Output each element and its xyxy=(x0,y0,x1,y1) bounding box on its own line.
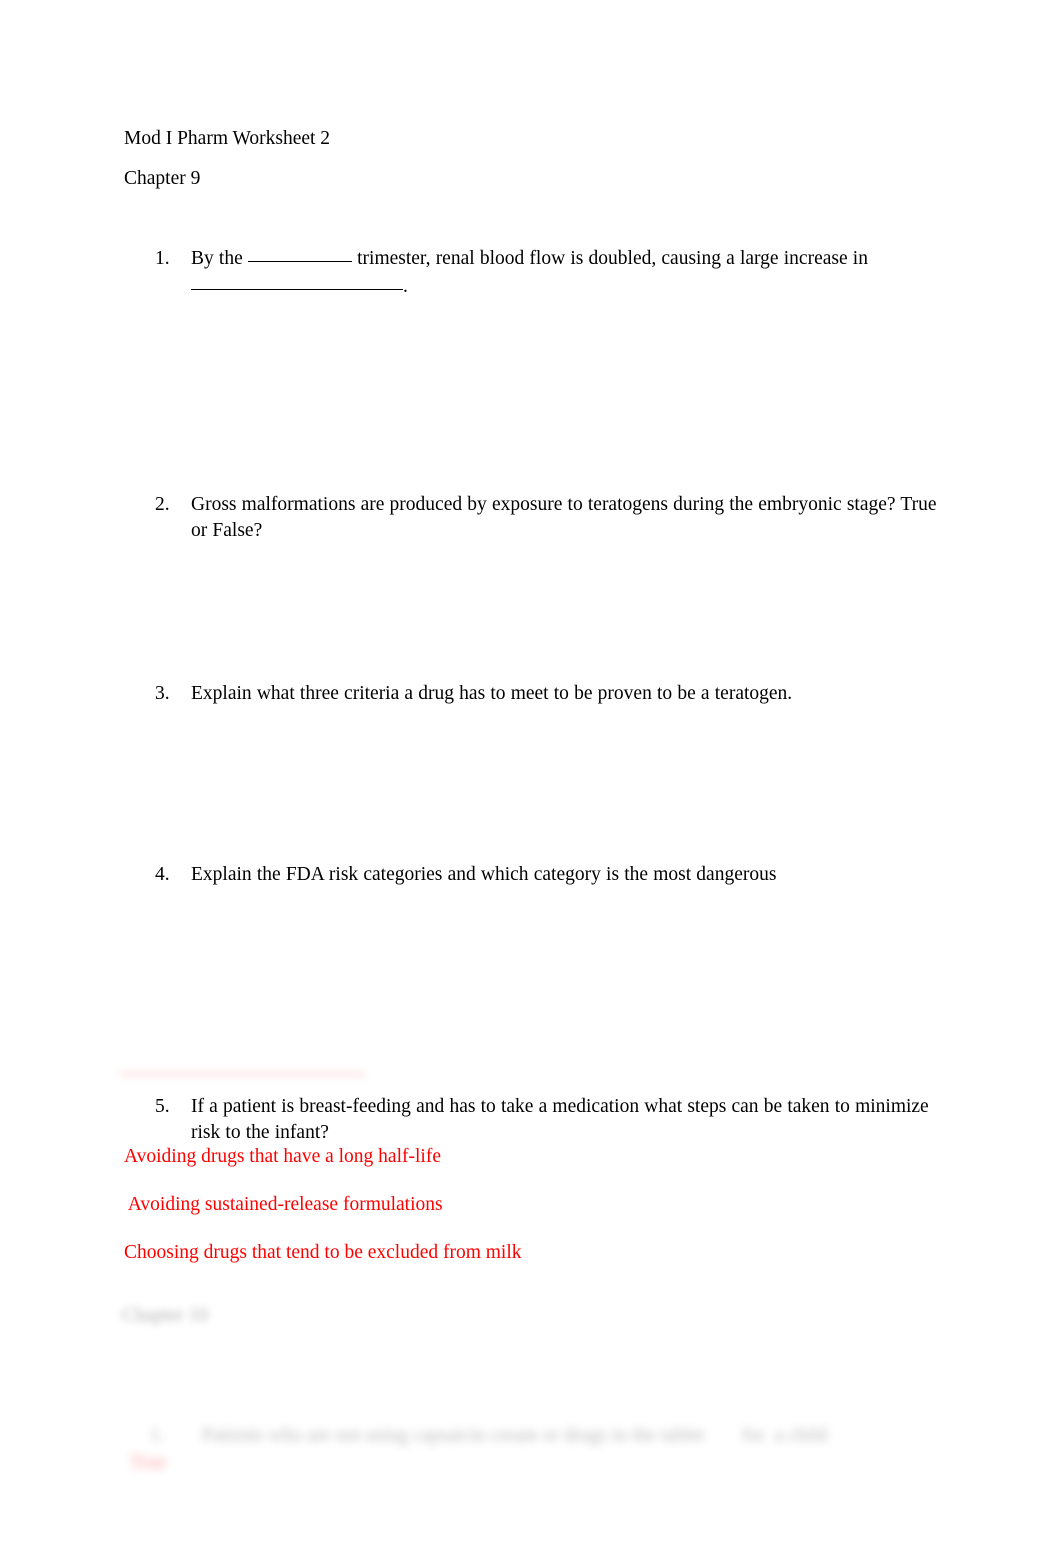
question-number-2: 2. xyxy=(155,494,170,515)
blurred-chapter-heading: Chapter 10 xyxy=(122,1305,209,1326)
question-item-5: 5. If a patient is breast-feeding and ha… xyxy=(155,1094,945,1146)
question-text-5: If a patient is breast-feeding and has t… xyxy=(191,1096,929,1143)
blurred-question-trailing: for a child xyxy=(741,1425,827,1446)
blurred-question-text: Patients who are not using capsaicin cre… xyxy=(202,1425,704,1446)
question-text-2: Gross malformations are produced by expo… xyxy=(191,494,937,541)
document-header: Mod I Pharm Worksheet 2 Chapter 9 xyxy=(124,125,944,193)
question-1-period: . xyxy=(403,276,408,297)
blurred-question-item: 1. Patients who are not using capsaicin … xyxy=(150,1423,870,1449)
question-item-1: 1. By the trimester, renal blood flow is… xyxy=(155,246,945,300)
question-item-4: 4. Explain the FDA risk categories and w… xyxy=(155,862,945,888)
question-1-part-before-blank: By the xyxy=(191,248,248,269)
answer-line-3: Choosing drugs that tend to be excluded … xyxy=(124,1242,522,1263)
question-1-part-after-blank: trimester, renal blood flow is doubled, … xyxy=(351,248,868,269)
answer-line-1: Avoiding drugs that have a long half-lif… xyxy=(124,1146,441,1167)
question-item-3: 3. Explain what three criteria a drug ha… xyxy=(155,681,945,707)
worksheet-page: Mod I Pharm Worksheet 2 Chapter 9 1. By … xyxy=(0,0,1062,1561)
question-text-1: By the trimester, renal blood flow is do… xyxy=(191,246,945,300)
question-number-4: 4. xyxy=(155,864,170,885)
chapter-heading: Chapter 9 xyxy=(124,168,201,189)
page-title: Mod I Pharm Worksheet 2 xyxy=(124,128,331,149)
question-item-2: 2. Gross malformations are produced by e… xyxy=(155,492,945,544)
blurred-red-answer: True xyxy=(130,1452,167,1473)
answer-line-2: Avoiding sustained-release formulations xyxy=(124,1194,443,1215)
fill-in-blank-1a[interactable] xyxy=(247,247,352,262)
question-1-line-2: . xyxy=(191,274,945,300)
blurred-question-number: 1. xyxy=(150,1425,165,1446)
question-number-5: 5. xyxy=(155,1096,170,1117)
question-number-3: 3. xyxy=(155,683,170,704)
blurred-highlight-artifact xyxy=(120,1068,365,1081)
question-text-4: Explain the FDA risk categories and whic… xyxy=(191,864,777,885)
fill-in-blank-1b[interactable] xyxy=(191,275,403,290)
question-number-1: 1. xyxy=(155,248,170,269)
question-text-3: Explain what three criteria a drug has t… xyxy=(191,683,793,704)
